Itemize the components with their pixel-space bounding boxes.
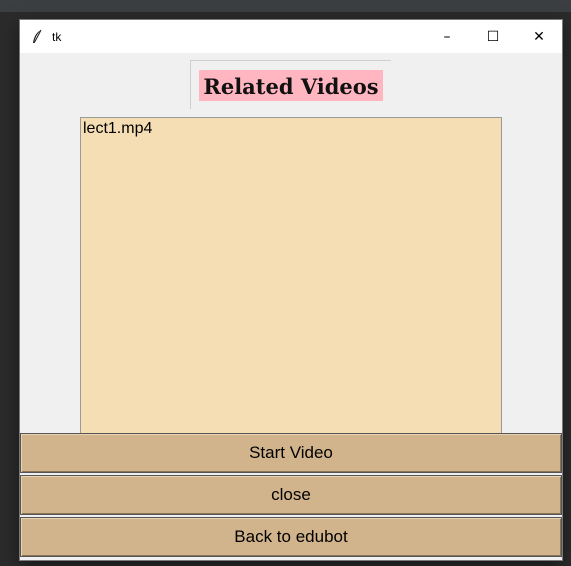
minimize-button[interactable]: – <box>424 20 470 53</box>
background-editor-tabbar <box>0 0 571 12</box>
close-button[interactable]: close <box>20 475 562 515</box>
close-icon: ✕ <box>533 28 545 45</box>
video-listbox[interactable]: lect1.mp4 <box>80 117 502 435</box>
maximize-icon: ☐ <box>486 28 500 45</box>
window-title: tk <box>52 29 62 44</box>
title-bar[interactable]: tk – ☐ ✕ <box>20 20 562 53</box>
feather-icon <box>30 29 44 45</box>
maximize-button[interactable]: ☐ <box>470 20 516 53</box>
tk-window: tk – ☐ ✕ Related Videos lect1.mp4 Start … <box>20 20 562 560</box>
start-video-button[interactable]: Start Video <box>20 433 562 473</box>
back-to-edubot-button[interactable]: Back to edubot <box>20 517 562 557</box>
heading-container: Related Videos <box>190 60 391 109</box>
page-title: Related Videos <box>199 69 383 101</box>
close-window-button[interactable]: ✕ <box>516 20 562 53</box>
list-item[interactable]: lect1.mp4 <box>81 118 501 140</box>
window-controls: – ☐ ✕ <box>424 20 562 53</box>
minimize-icon: – <box>443 28 451 45</box>
